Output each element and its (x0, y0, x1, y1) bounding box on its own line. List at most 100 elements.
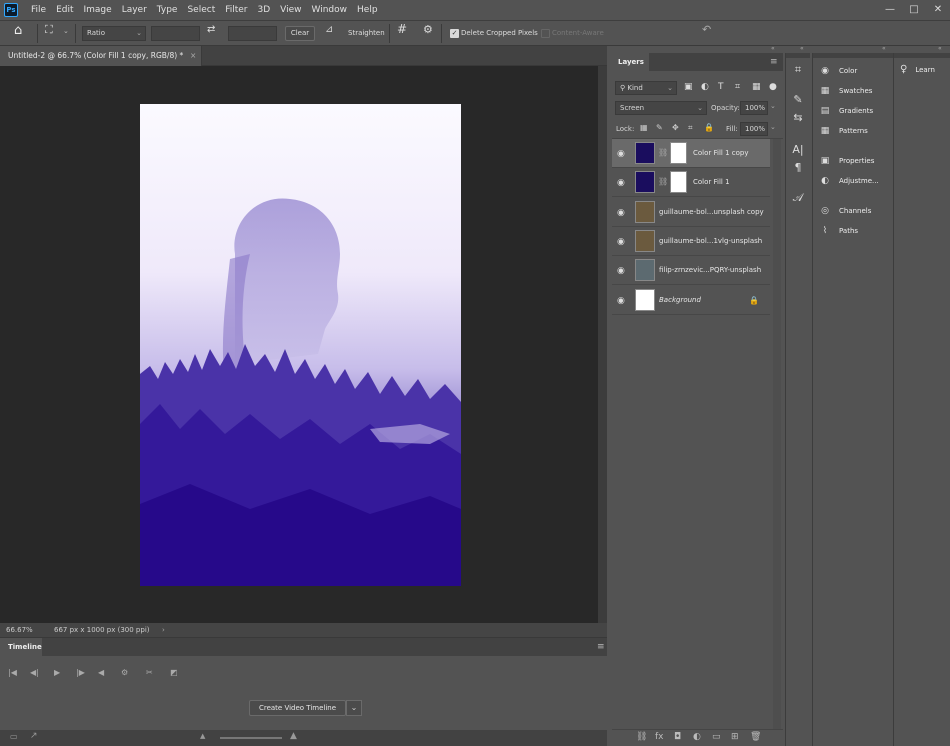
lock-transparent-icon[interactable]: ▦ (640, 123, 648, 132)
chevron-down-icon[interactable]: ⌄ (770, 123, 776, 131)
close-tab-icon[interactable]: × (190, 46, 196, 66)
eye-visibility-icon[interactable]: ◉ (617, 266, 625, 276)
zoom-in-icon[interactable]: ▲ (290, 731, 297, 741)
document-tab[interactable]: Untitled-2 @ 66.7% (Color Fill 1 copy, R… (0, 46, 202, 66)
layer-name[interactable]: filip-zrnzevic...PQRY-unsplash (659, 256, 761, 285)
type-filter-icon[interactable]: T (718, 82, 724, 92)
swap-icon[interactable]: ⇄ (207, 24, 215, 39)
collapse-arrows-icon[interactable]: « (771, 45, 775, 52)
filter-toggle-icon[interactable]: ● (769, 82, 777, 92)
layer-mask-thumbnail[interactable] (670, 142, 687, 164)
maximize-button[interactable]: □ (902, 0, 926, 20)
glyphs-icon[interactable]: 𝒜 (790, 191, 806, 205)
next-frame-icon[interactable]: |▶ (76, 668, 85, 677)
menu-image[interactable]: Image (79, 5, 117, 15)
crop-tool-icon[interactable]: ⛶ (45, 23, 53, 38)
menu-3d[interactable]: 3D (253, 5, 276, 15)
filter-kind-select[interactable]: ⚲ Kind ⌄ (615, 81, 677, 95)
straighten-icon[interactable]: ⊿ (325, 24, 333, 39)
layer-row[interactable]: ◉ ⛓ Color Fill 1 (612, 168, 770, 198)
layer-style-fx-icon[interactable]: fx (655, 732, 664, 742)
menu-view[interactable]: View (275, 5, 306, 15)
layers-scrollbar[interactable] (773, 139, 781, 729)
add-mask-icon[interactable]: ◘ (674, 732, 681, 742)
opacity-input[interactable]: 100% (740, 101, 768, 115)
layer-name[interactable]: Background (659, 286, 701, 315)
tab-layers[interactable]: Layers (612, 53, 649, 71)
chevron-down-icon[interactable]: ⌄ (770, 102, 776, 110)
collapse-arrows-icon[interactable]: « (882, 45, 886, 52)
panel-menu-icon[interactable]: ≡ (597, 642, 605, 652)
link-chain-icon[interactable]: ⛓ (658, 177, 668, 186)
settings-gear-icon[interactable]: ⚙ (121, 668, 128, 677)
tab-timeline[interactable]: Timeline (0, 638, 42, 656)
panel-patterns[interactable]: ▦ Patterns (819, 124, 868, 138)
width-input[interactable] (151, 26, 200, 41)
layer-name[interactable]: Color Fill 1 (693, 168, 730, 197)
grid-overlay-icon[interactable]: # (397, 22, 407, 37)
split-icon[interactable]: ✂ (146, 668, 153, 677)
lock-image-icon[interactable]: ✎ (656, 123, 663, 132)
layer-row[interactable]: ◉ guillaume-bol...1vlg-unsplash (612, 227, 770, 256)
eye-visibility-icon[interactable]: ◉ (617, 296, 625, 306)
gear-icon[interactable]: ⚙ (423, 23, 433, 38)
shape-filter-icon[interactable]: ⌗ (735, 82, 740, 92)
straighten-label[interactable]: Straighten (348, 26, 385, 41)
adjust-icon[interactable]: ⇆ (790, 111, 806, 124)
delete-layer-icon[interactable]: 🗑 (750, 732, 761, 742)
blend-mode-select[interactable]: Screen ⌄ (615, 101, 707, 115)
chevron-down-icon[interactable]: ⌄ (63, 27, 69, 42)
panel-paths[interactable]: ⌇ Paths (819, 224, 858, 238)
close-window-button[interactable]: ✕ (926, 0, 950, 20)
layer-row[interactable]: ◉ filip-zrnzevic...PQRY-unsplash (612, 256, 770, 286)
delete-cropped-label[interactable]: Delete Cropped Pixels (461, 26, 538, 41)
panel-color[interactable]: ◉ Color (819, 64, 857, 78)
home-icon[interactable]: ⌂ (14, 23, 22, 38)
delete-cropped-checkbox[interactable]: ✓ (450, 29, 459, 38)
history-icon[interactable]: ⌗ (790, 63, 806, 77)
minimize-button[interactable]: — (878, 0, 902, 20)
panel-channels[interactable]: ◎ Channels (819, 204, 871, 218)
ratio-select[interactable]: Ratio ⌄ (82, 26, 146, 41)
layer-name[interactable]: Color Fill 1 copy (693, 139, 748, 168)
link-chain-icon[interactable]: ⛓ (658, 148, 668, 157)
transition-icon[interactable]: ◩ (170, 668, 178, 677)
menu-edit[interactable]: Edit (51, 5, 78, 15)
zoom-out-icon[interactable]: ▲ (200, 732, 205, 740)
lock-icon[interactable]: 🔒 (749, 296, 759, 305)
layer-name[interactable]: guillaume-bol...unsplash copy (659, 198, 764, 227)
character-icon[interactable]: A| (790, 143, 806, 156)
collapse-arrows-icon[interactable]: « (800, 45, 804, 52)
vertical-scrollbar[interactable] (598, 66, 607, 623)
layer-mask-thumbnail[interactable] (670, 171, 687, 194)
menu-layer[interactable]: Layer (117, 5, 152, 15)
eye-visibility-icon[interactable]: ◉ (617, 208, 625, 218)
reset-icon[interactable]: ↶ (702, 23, 711, 38)
adjustment-filter-icon[interactable]: ◐ (701, 82, 709, 92)
lock-position-icon[interactable]: ✥ (672, 123, 679, 132)
lock-artboard-icon[interactable]: ⌗ (688, 123, 693, 133)
collapse-arrows-icon[interactable]: « (938, 45, 942, 52)
pixel-layer-filter-icon[interactable]: ▣ (684, 82, 693, 92)
document-canvas-image[interactable] (140, 104, 461, 586)
lock-all-icon[interactable]: 🔒 (704, 123, 714, 132)
content-aware-checkbox[interactable] (541, 29, 550, 38)
previous-frame-icon[interactable]: ◀| (30, 668, 39, 677)
brush-settings-icon[interactable]: ✎ (790, 93, 806, 106)
zoom-slider[interactable] (220, 737, 282, 739)
layer-row[interactable]: ◉ Background 🔒 (612, 286, 770, 315)
eye-visibility-icon[interactable]: ◉ (617, 178, 625, 188)
panel-swatches[interactable]: ▦ Swatches (819, 84, 873, 98)
eye-visibility-icon[interactable]: ◉ (617, 237, 625, 247)
panel-gradients[interactable]: ▤ Gradients (819, 104, 873, 118)
new-group-icon[interactable]: ▭ (712, 732, 721, 742)
menu-file[interactable]: File (26, 5, 51, 15)
new-layer-icon[interactable]: ⊞ (731, 732, 739, 742)
menu-help[interactable]: Help (352, 5, 383, 15)
go-to-first-frame-icon[interactable]: |◀ (8, 668, 17, 677)
learn-panel-button[interactable]: ♀ Learn (900, 64, 935, 75)
menu-select[interactable]: Select (182, 5, 220, 15)
render-icon[interactable]: ↗ (30, 731, 38, 741)
status-menu-arrow[interactable]: › (162, 623, 165, 637)
panel-menu-icon[interactable]: ≡ (770, 57, 778, 67)
